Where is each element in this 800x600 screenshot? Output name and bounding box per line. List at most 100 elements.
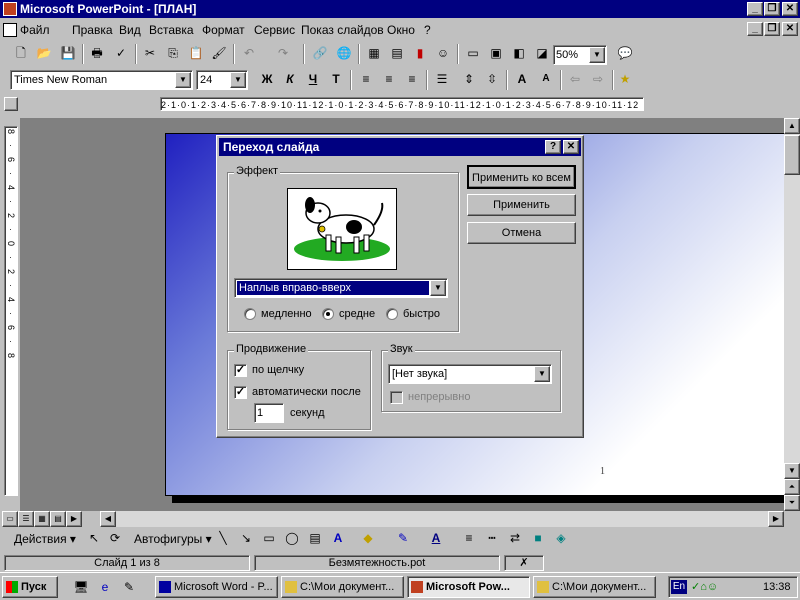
- animation-effects-icon[interactable]: ★: [614, 68, 636, 90]
- chevron-down-icon[interactable]: ▼: [589, 47, 605, 63]
- outline-view-icon[interactable]: ☰: [18, 511, 34, 527]
- line-style-icon[interactable]: ≡: [458, 527, 480, 549]
- document-icon[interactable]: [3, 23, 17, 37]
- seconds-input[interactable]: 1: [254, 403, 284, 423]
- speed-slow-radio[interactable]: [244, 308, 256, 320]
- 3d-style-icon[interactable]: ◈: [550, 527, 572, 549]
- internet-explorer-icon[interactable]: e: [94, 576, 116, 598]
- oval-icon[interactable]: ◯: [281, 527, 303, 549]
- menu-insert[interactable]: Вставка: [149, 23, 194, 37]
- align-right-icon[interactable]: ≡: [401, 68, 423, 90]
- paste-icon[interactable]: 📋: [185, 42, 207, 64]
- task-word[interactable]: Microsoft Word - P...: [155, 576, 278, 598]
- decrease-font-icon[interactable]: A: [535, 68, 557, 90]
- on-click-label[interactable]: по щелчку: [252, 364, 304, 376]
- font-color-icon[interactable]: A: [425, 527, 447, 549]
- chevron-down-icon[interactable]: ▼: [230, 72, 246, 88]
- menu-help[interactable]: ?: [424, 23, 431, 37]
- task-folder-2[interactable]: C:\Мои документ...: [533, 576, 656, 598]
- menu-view[interactable]: Вид: [119, 23, 141, 37]
- close-button[interactable]: ✕: [782, 2, 798, 16]
- increase-font-icon[interactable]: A: [511, 68, 533, 90]
- save-icon[interactable]: 💾: [57, 42, 79, 64]
- line-icon[interactable]: ╲: [212, 527, 234, 549]
- new-icon[interactable]: 🗋: [10, 42, 32, 64]
- free-rotate-icon[interactable]: ⟳: [104, 527, 126, 549]
- apply-to-all-button[interactable]: Применить ко всем: [467, 165, 576, 189]
- zoom-select[interactable]: 50% ▼: [553, 45, 607, 65]
- font-select[interactable]: Times New Roman ▼: [10, 70, 193, 90]
- undo-icon[interactable]: ↶: [238, 42, 260, 64]
- redo-icon[interactable]: ↷: [272, 42, 294, 64]
- arrow-style-icon[interactable]: ⇄: [504, 527, 526, 549]
- effect-select[interactable]: Наплыв вправо-вверх ▼: [234, 278, 448, 298]
- chevron-down-icon[interactable]: ▼: [534, 366, 550, 382]
- slide-sorter-icon[interactable]: ▦: [34, 511, 50, 527]
- doc-restore-button[interactable]: ❐: [764, 22, 780, 36]
- speed-medium-label[interactable]: средне: [339, 308, 375, 320]
- dialog-close-button[interactable]: ✕: [563, 140, 579, 154]
- speed-fast-radio[interactable]: [386, 308, 398, 320]
- align-center-icon[interactable]: ≡: [378, 68, 400, 90]
- vertical-ruler[interactable]: 8·6·4·2·0·2·4·6·8: [4, 126, 18, 496]
- open-icon[interactable]: 📂: [33, 42, 55, 64]
- desktop-icon[interactable]: 🖥: [70, 576, 92, 598]
- promote-icon[interactable]: ⇦: [564, 68, 586, 90]
- bullets-icon[interactable]: ☰: [431, 68, 453, 90]
- vertical-scrollbar[interactable]: ▲ ▼ ⏶ ⏷: [784, 118, 800, 511]
- start-button[interactable]: Пуск: [2, 576, 58, 598]
- insert-table-icon[interactable]: ▦: [363, 42, 385, 64]
- underline-icon[interactable]: Ч: [302, 68, 324, 90]
- actions-menu[interactable]: Действия ▾: [14, 532, 76, 546]
- loop-sound-checkbox[interactable]: [390, 391, 403, 404]
- spelling-icon[interactable]: ✓: [110, 42, 132, 64]
- bold-icon[interactable]: Ж: [256, 68, 278, 90]
- task-folder-1[interactable]: C:\Мои документ...: [281, 576, 404, 598]
- next-slide-icon[interactable]: ⏷: [784, 495, 800, 511]
- minimize-button[interactable]: _: [747, 2, 763, 16]
- scroll-thumb[interactable]: [784, 135, 800, 175]
- notes-view-icon[interactable]: ▤: [50, 511, 66, 527]
- previous-slide-icon[interactable]: ⏶: [784, 479, 800, 495]
- doc-close-button[interactable]: ✕: [782, 22, 798, 36]
- office-assistant-icon[interactable]: 💬: [614, 42, 636, 64]
- menu-file[interactable]: Файл: [20, 23, 50, 37]
- effect-preview[interactable]: [287, 188, 397, 270]
- line-color-icon[interactable]: ✎: [392, 527, 414, 549]
- quick-launch-icon[interactable]: ✎: [118, 576, 140, 598]
- autoshapes-menu[interactable]: Автофигуры ▾: [134, 532, 212, 546]
- cancel-button[interactable]: Отмена: [467, 222, 576, 244]
- speed-slow-label[interactable]: медленно: [261, 308, 312, 320]
- apply-design-icon[interactable]: ◧: [508, 42, 530, 64]
- insert-clipart-icon[interactable]: ☺: [432, 42, 454, 64]
- sound-select[interactable]: [Нет звука] ▼: [388, 364, 552, 384]
- auto-advance-checkbox[interactable]: ✓: [234, 386, 247, 399]
- wordart-icon[interactable]: A: [327, 527, 349, 549]
- scroll-down-icon[interactable]: ▼: [784, 463, 800, 479]
- text-box-icon[interactable]: ▤: [304, 527, 326, 549]
- hyperlink-icon[interactable]: 🔗: [309, 42, 331, 64]
- auto-advance-label[interactable]: автоматически после: [252, 386, 361, 398]
- chevron-down-icon[interactable]: ▼: [175, 72, 191, 88]
- insert-excel-icon[interactable]: ▤: [386, 42, 408, 64]
- menu-tools[interactable]: Сервис: [254, 23, 295, 37]
- shadow-style-icon[interactable]: ■: [527, 527, 549, 549]
- cut-icon[interactable]: ✂: [139, 42, 161, 64]
- powerpoint-app-icon[interactable]: [3, 2, 17, 16]
- task-powerpoint[interactable]: Microsoft Pow...: [407, 576, 530, 598]
- menu-slideshow[interactable]: Показ слайдов: [301, 23, 384, 37]
- tray-icons[interactable]: ✓⌂☺: [691, 580, 718, 593]
- horizontal-ruler[interactable]: 2·1·0·1·2·3·4·5·6·7·8·9·10·11·12·1·0·1·2…: [160, 97, 644, 111]
- menu-window[interactable]: Окно: [387, 23, 415, 37]
- chevron-down-icon[interactable]: ▼: [430, 280, 446, 296]
- select-arrow-icon[interactable]: ↖: [83, 527, 105, 549]
- spelling-status-icon[interactable]: ✗: [504, 555, 544, 571]
- apply-button[interactable]: Применить: [467, 194, 576, 216]
- on-click-checkbox[interactable]: ✓: [234, 364, 247, 377]
- rectangle-icon[interactable]: ▭: [258, 527, 280, 549]
- menu-format[interactable]: Формат: [202, 23, 245, 37]
- format-painter-icon[interactable]: 🖌: [208, 42, 230, 64]
- arrow-icon[interactable]: ↘: [235, 527, 257, 549]
- scroll-up-icon[interactable]: ▲: [784, 118, 800, 134]
- insert-chart-icon[interactable]: ▮: [409, 42, 431, 64]
